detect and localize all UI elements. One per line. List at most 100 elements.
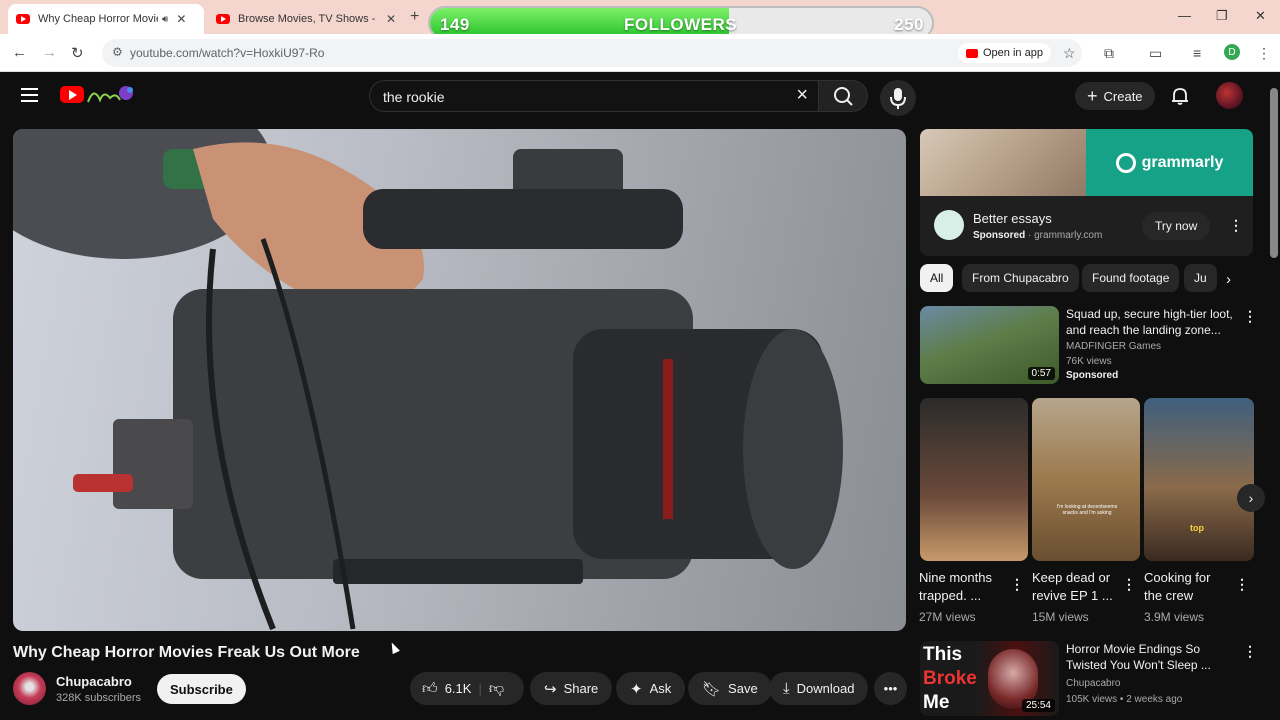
bookmark-star-icon[interactable]: ☆ [1063, 45, 1076, 62]
shorts-next-button[interactable]: › [1237, 484, 1265, 512]
video-thumbnail[interactable]: This Broke Me 25:54 [920, 641, 1059, 716]
followers-label: FOLLOWERS [624, 15, 738, 34]
short-thumbnail[interactable]: top [1144, 398, 1254, 561]
share-icon: ↪ [544, 680, 557, 698]
minimize-icon[interactable]: — [1178, 8, 1191, 23]
share-button[interactable]: ↪ Share [530, 672, 613, 705]
grammarly-brand-panel: grammarly [1086, 129, 1253, 196]
subscribe-button[interactable]: Subscribe [157, 674, 246, 704]
create-label: Create [1103, 88, 1143, 104]
youtube-logo[interactable] [60, 86, 84, 103]
channel-avatar[interactable] [13, 672, 46, 705]
subscriber-count: 328K subscribers [56, 692, 141, 704]
divider: | [478, 681, 482, 696]
ad-more-icon[interactable]: ⋮ [1229, 217, 1243, 234]
youtube-masthead: the rookie × + Create [0, 72, 1280, 120]
search-button[interactable] [818, 80, 868, 112]
short-title[interactable]: Cooking for the crew [1144, 569, 1232, 605]
chip-found-footage[interactable]: Found footage [1082, 264, 1180, 292]
duration-badge: 25:54 [1021, 699, 1055, 712]
tab-browse-movies[interactable]: Browse Movies, TV Shows - yFli ✕ [208, 4, 404, 34]
hamburger-menu-icon[interactable] [21, 88, 38, 102]
grammarly-avatar-icon[interactable] [934, 210, 964, 240]
search-box[interactable]: the rookie × [369, 80, 819, 112]
recommended-title[interactable]: Horror Movie Endings So Twisted You Won'… [1066, 641, 1226, 673]
browser-menu-icon[interactable]: ⋮ [1257, 45, 1271, 62]
account-avatar[interactable] [1216, 82, 1243, 109]
short-more-icon[interactable]: ⋮ [1122, 576, 1136, 593]
download-button[interactable]: ⤓ Download [769, 672, 869, 705]
sponsored-title[interactable]: Squad up, secure high-tier loot, and rea… [1066, 306, 1236, 338]
plus-icon: + [1087, 85, 1098, 106]
url-text: youtube.com/watch?v=HoxkiU97-Ro [130, 46, 325, 60]
ad-title[interactable]: Better essays [973, 211, 1052, 226]
share-label: Share [563, 681, 599, 696]
chip-all[interactable]: All [920, 264, 954, 292]
chip-more[interactable]: Ju [1184, 264, 1217, 292]
sponsored-badge: Sponsored [1066, 370, 1119, 381]
cast-icon[interactable]: ▭ [1149, 45, 1162, 62]
reload-icon[interactable]: ↻ [71, 44, 84, 62]
open-in-app-button[interactable]: Open in app [958, 43, 1051, 63]
ad-domain: grammarly.com [1034, 230, 1103, 241]
back-icon[interactable]: ← [12, 44, 27, 61]
extensions-icon[interactable]: ⧉ [1104, 45, 1114, 62]
address-bar[interactable]: ⚙︎ youtube.com/watch?v=HoxkiU97-Ro [102, 39, 1082, 67]
chip-from-channel[interactable]: From Chupacabro [962, 264, 1079, 292]
sponsored-thumbnail[interactable]: 0:57 [920, 306, 1059, 384]
short-title[interactable]: Keep dead or revive EP 1 ... [1032, 569, 1120, 605]
sponsored-views: 76K views [1066, 356, 1112, 367]
short-thumbnail[interactable]: I'm looking at decentseems snacks and I'… [1032, 398, 1140, 561]
clear-search-icon[interactable]: × [796, 84, 808, 107]
save-label: Save [728, 681, 758, 696]
notifications-bell-icon[interactable] [1170, 86, 1190, 106]
video-player[interactable] [13, 129, 906, 631]
ad-brand: grammarly [1141, 153, 1224, 171]
browser-profile-avatar[interactable]: D [1224, 44, 1240, 60]
thumbs-up-icon[interactable]: 👍︎ [422, 680, 438, 698]
microphone-icon [890, 88, 906, 109]
maximize-icon[interactable]: ❐ [1216, 8, 1228, 24]
thumbnail-text: This Broke Me [923, 644, 977, 713]
thumbs-down-icon[interactable]: 👎︎ [489, 680, 504, 698]
create-button[interactable]: + Create [1075, 82, 1155, 110]
followers-goal: 250 [894, 15, 924, 34]
ask-button[interactable]: ✦ Ask [616, 672, 686, 705]
speaker-icon[interactable]: 🔊︎ [162, 14, 168, 25]
youtube-favicon-icon [216, 14, 230, 24]
video-title: Why Cheap Horror Movies Freak Us Out Mor… [13, 644, 360, 661]
short-more-icon[interactable]: ⋮ [1235, 576, 1249, 593]
try-now-button[interactable]: Try now [1142, 212, 1211, 240]
youtube-doodle-logo[interactable] [86, 82, 136, 106]
close-window-icon[interactable]: ✕ [1255, 8, 1266, 24]
like-dislike-group: 👍︎ 6.1K | 👎︎ [410, 672, 524, 705]
close-tab-icon[interactable]: ✕ [386, 12, 396, 26]
ad-banner[interactable]: grammarly [920, 129, 1253, 196]
search-input[interactable]: the rookie [383, 89, 444, 105]
channel-name[interactable]: Chupacabro [56, 674, 132, 689]
site-info-icon[interactable]: ⚙︎ [112, 45, 123, 59]
tab-youtube[interactable]: Why Cheap Horror Movies F 🔊︎ ✕ [8, 4, 204, 34]
sparkle-icon: ✦ [630, 680, 643, 698]
more-actions-button[interactable]: ••• [874, 672, 907, 705]
media-control-icon[interactable]: ≡ [1193, 45, 1201, 61]
filter-chips: All From Chupacabro Found footage Ju [920, 264, 1253, 292]
short-caption: I'm looking at decentseems snacks and I'… [1056, 504, 1118, 516]
recommended-more-icon[interactable]: ⋮ [1243, 643, 1257, 660]
short-views: 3.9M views [1144, 610, 1205, 624]
sponsored-more-icon[interactable]: ⋮ [1243, 308, 1257, 325]
close-tab-icon[interactable]: ✕ [176, 12, 186, 26]
search-icon [834, 87, 853, 106]
like-count[interactable]: 6.1K [445, 681, 472, 696]
short-title[interactable]: Nine months trapped. ... [919, 569, 1007, 605]
ad-info: Better essays Sponsored · grammarly.com … [920, 196, 1253, 256]
short-more-icon[interactable]: ⋮ [1010, 576, 1024, 593]
chips-next-icon[interactable]: › [1226, 271, 1231, 288]
save-button[interactable]: 🔖︎ Save [688, 672, 772, 705]
voice-search-button[interactable] [880, 80, 916, 116]
page-scrollbar[interactable] [1270, 88, 1278, 258]
short-thumbnail[interactable] [920, 398, 1028, 561]
forward-icon[interactable]: → [42, 44, 57, 61]
new-tab-icon[interactable]: + [410, 8, 419, 26]
duration-badge: 0:57 [1027, 367, 1055, 380]
